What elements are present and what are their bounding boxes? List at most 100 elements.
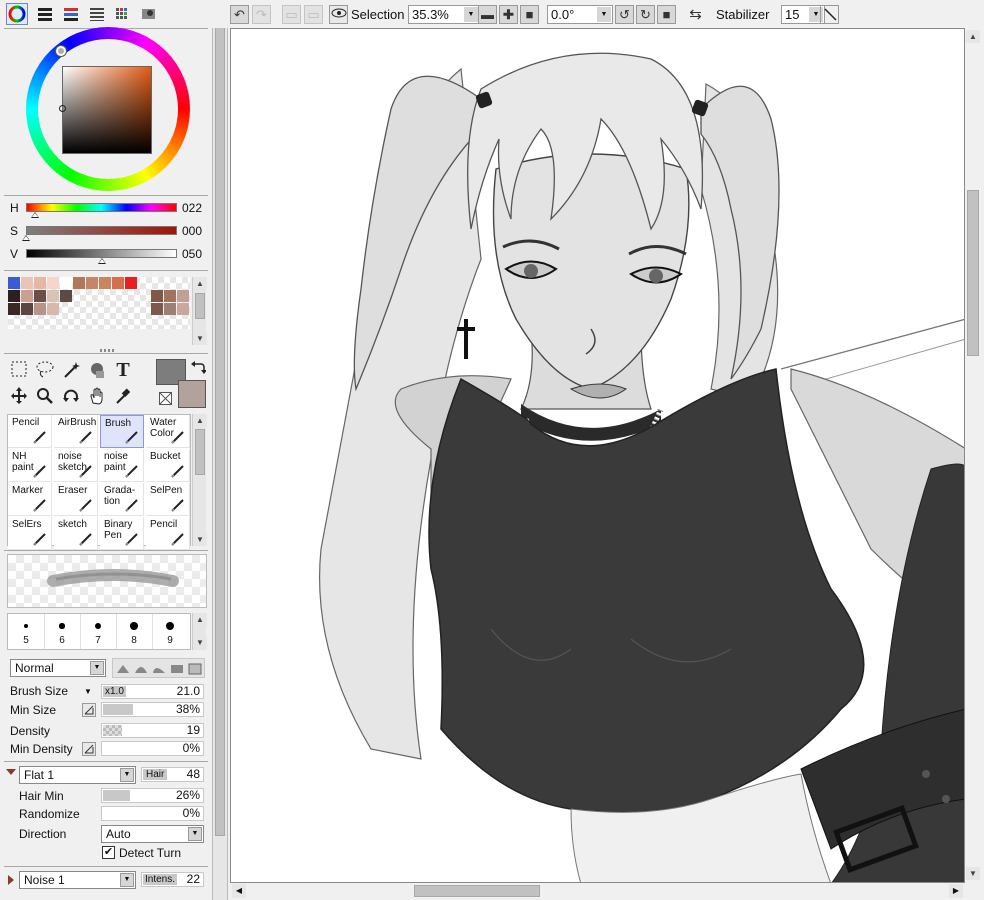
rotate-right-icon[interactable]: ↻ <box>636 5 655 24</box>
size-preset-dot[interactable] <box>24 624 28 628</box>
brush-tool-noise-paint[interactable]: noise paint <box>100 449 144 482</box>
pressure-icon[interactable] <box>82 703 96 717</box>
brush-tool-nh-paint[interactable]: NH paint <box>8 449 52 482</box>
hue-slider[interactable] <box>26 203 177 212</box>
swatch-palette[interactable] <box>8 277 190 329</box>
zoom-select[interactable]: 35.3% ▼ <box>408 5 480 24</box>
scroll-thumb[interactable] <box>967 190 979 356</box>
scroll-thumb[interactable] <box>414 885 540 897</box>
scroll-thumb[interactable] <box>195 429 205 475</box>
collapse-arrow-icon[interactable] <box>6 769 16 775</box>
color-swatch[interactable] <box>164 290 176 302</box>
color-swatch[interactable] <box>112 277 124 289</box>
color-swatch[interactable] <box>47 277 59 289</box>
rotation-select[interactable]: 0.0° ▼ <box>547 5 613 24</box>
scroll-up-arrow-icon[interactable]: ▲ <box>193 277 207 290</box>
hair-min-field[interactable]: 26% <box>101 788 204 803</box>
canvas-horizontal-scrollbar[interactable]: ◀ ▶ <box>230 883 965 899</box>
hsv-sliders-icon[interactable] <box>60 3 82 25</box>
color-swatch[interactable] <box>21 277 33 289</box>
color-swatch[interactable] <box>34 290 46 302</box>
brush-tool-eraser[interactable]: Eraser <box>54 483 98 516</box>
value-slider[interactable] <box>26 249 177 258</box>
color-swatch[interactable] <box>164 303 176 315</box>
expand-arrow-icon[interactable] <box>8 875 14 885</box>
scroll-down-arrow-icon[interactable]: ▼ <box>966 867 980 880</box>
color-swatch[interactable] <box>177 303 189 315</box>
hand-icon[interactable] <box>86 386 108 408</box>
brush-tool-selpen[interactable]: SelPen <box>146 483 190 516</box>
brush-tool-marker[interactable]: Marker <box>8 483 52 516</box>
detect-turn-checkbox[interactable]: ✔ <box>102 846 115 859</box>
swatch-list-icon[interactable] <box>86 3 108 25</box>
brush-tool-water-color[interactable]: Water Color <box>146 415 190 448</box>
min-density-field[interactable]: 0% <box>101 741 204 756</box>
color-swatch[interactable] <box>21 290 33 302</box>
density-field[interactable]: 19 <box>101 723 204 738</box>
brush-shape-select[interactable]: Flat 1 ▼ <box>19 766 136 784</box>
color-swatch[interactable] <box>34 277 46 289</box>
scroll-down-arrow-icon[interactable]: ▼ <box>193 636 207 649</box>
rect-select-icon[interactable] <box>8 360 30 382</box>
zoom-out-icon[interactable]: ▬ <box>478 5 497 24</box>
color-swatch[interactable] <box>73 277 85 289</box>
brush-size-field[interactable]: x1.0 21.0 <box>101 684 204 699</box>
texture-select[interactable]: Noise 1 ▼ <box>19 871 136 889</box>
brush-tool-grada-tion[interactable]: Grada-tion <box>100 483 144 516</box>
size-preset-dot[interactable] <box>59 623 65 629</box>
value-slider-marker[interactable] <box>97 258 106 264</box>
text-tool-icon[interactable]: T <box>112 359 134 381</box>
scroll-down-arrow-icon[interactable]: ▼ <box>193 533 207 546</box>
direction-select[interactable]: Auto ▼ <box>101 825 204 843</box>
zoom-reset-icon[interactable]: ■ <box>520 5 539 24</box>
color-swatch[interactable] <box>86 277 98 289</box>
color-wheel[interactable] <box>26 27 190 191</box>
brush-tool-pencil[interactable]: Pencil <box>8 415 52 448</box>
color-swatch[interactable] <box>125 277 137 289</box>
rotate-left-icon[interactable]: ↺ <box>615 5 634 24</box>
zoom-icon[interactable] <box>34 386 56 408</box>
size-preset-dot[interactable] <box>165 621 175 631</box>
shape-icon[interactable] <box>86 360 108 382</box>
hue-slider-marker[interactable] <box>31 212 40 218</box>
randomize-field[interactable]: 0% <box>101 806 204 821</box>
color-swatch[interactable] <box>151 303 163 315</box>
invert-selection-icon[interactable]: ▭ <box>304 5 323 24</box>
color-swatch[interactable] <box>8 290 20 302</box>
scroll-up-arrow-icon[interactable]: ▲ <box>193 414 207 427</box>
saturation-slider-marker[interactable] <box>22 235 30 241</box>
stabilizer-select[interactable]: 15 ▼ <box>781 5 825 24</box>
color-swatch[interactable] <box>60 277 72 289</box>
brush-size-multiplier[interactable]: x1.0 <box>103 686 126 697</box>
size-preset-dot[interactable] <box>94 622 102 630</box>
intensity-field[interactable]: Intens. 22 <box>141 872 204 887</box>
redo-icon[interactable]: ↷ <box>252 5 271 24</box>
color-wheel-icon[interactable] <box>6 3 28 25</box>
sv-marker[interactable] <box>59 105 66 112</box>
scroll-down-arrow-icon[interactable]: ▼ <box>193 332 207 345</box>
saturation-value-square[interactable] <box>62 66 152 154</box>
scratchpad-icon[interactable] <box>138 3 160 25</box>
brush-tool-sketch[interactable]: sketch <box>54 517 98 550</box>
brush-grid-scrollbar[interactable]: ▲ ▼ <box>192 414 207 546</box>
brush-tool-airbrush[interactable]: AirBrush <box>54 415 98 448</box>
brush-tool-brush[interactable]: Brush <box>100 415 144 448</box>
size-preset-scrollbar[interactable]: ▲ ▼ <box>192 613 207 650</box>
rgb-sliders-icon[interactable] <box>34 3 56 25</box>
color-swatch[interactable] <box>8 277 20 289</box>
undo-icon[interactable]: ↶ <box>230 5 249 24</box>
panel-grip[interactable] <box>100 349 114 352</box>
color-swatch[interactable] <box>21 303 33 315</box>
scroll-thumb[interactable] <box>195 293 205 319</box>
drawing-canvas[interactable] <box>230 28 965 883</box>
eyedropper-icon[interactable] <box>112 386 134 408</box>
canvas-vertical-scrollbar[interactable]: ▲ ▼ <box>965 28 981 883</box>
secondary-color-swatch[interactable] <box>178 380 206 408</box>
swap-colors-icon[interactable] <box>190 360 207 376</box>
color-swatch[interactable] <box>99 277 111 289</box>
hair-field[interactable]: Hair 48 <box>141 767 204 782</box>
color-swatch[interactable] <box>60 290 72 302</box>
scroll-right-arrow-icon[interactable]: ▶ <box>949 884 963 898</box>
scroll-left-arrow-icon[interactable]: ◀ <box>232 884 246 898</box>
magic-wand-icon[interactable] <box>60 360 82 382</box>
